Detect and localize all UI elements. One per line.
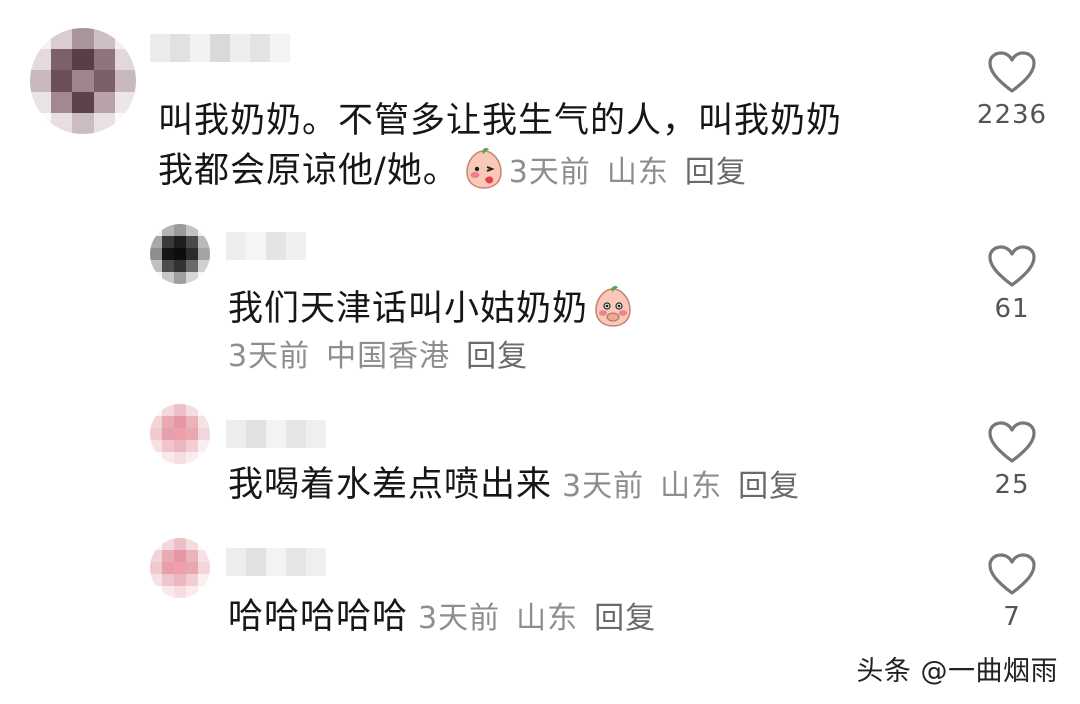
avatar[interactable] xyxy=(150,224,210,284)
reply-button[interactable]: 回复 xyxy=(738,469,800,504)
reply-location: 中国香港 xyxy=(326,339,451,374)
giggling-peach-emoji xyxy=(595,286,631,327)
comment-location: 山东 xyxy=(606,155,669,190)
reply-location: 山东 xyxy=(660,469,723,504)
avatar[interactable] xyxy=(30,28,136,134)
like-button[interactable]: 61 xyxy=(972,244,1052,324)
like-count: 7 xyxy=(1003,602,1021,632)
blushing-peach-emoji xyxy=(466,148,502,189)
reply-button[interactable]: 回复 xyxy=(466,339,528,374)
reply-button[interactable]: 回复 xyxy=(685,155,747,190)
username-blurred[interactable] xyxy=(226,548,326,576)
username-blurred[interactable] xyxy=(150,34,290,62)
reply-time: 3天前 xyxy=(562,469,645,504)
reply-meta: 3天前 中国香港 回复 xyxy=(228,332,528,382)
avatar[interactable] xyxy=(150,538,210,598)
like-count: 2236 xyxy=(976,100,1048,130)
comment-thread: 叫我奶奶。不管多让我生气的人，叫我奶奶 我都会原谅他/她。 3天前 山东 回复 22… xyxy=(0,0,1080,704)
like-count: 61 xyxy=(994,294,1030,324)
username-blurred[interactable] xyxy=(226,232,306,260)
heart-outline-icon xyxy=(988,245,1036,287)
comment-text-line2: 我都会原谅他/她。 3天前 山东 回复 xyxy=(158,146,747,198)
like-button[interactable]: 7 xyxy=(972,552,1052,632)
watermark: 头条 @一曲烟雨 xyxy=(856,656,1058,687)
like-count: 25 xyxy=(994,470,1030,500)
like-button[interactable]: 25 xyxy=(972,420,1052,500)
like-button[interactable]: 2236 xyxy=(972,50,1052,130)
reply-time: 3天前 xyxy=(418,601,501,636)
comment-time: 3天前 xyxy=(508,155,591,190)
reply-time: 3天前 xyxy=(228,339,311,374)
heart-outline-icon xyxy=(988,553,1036,595)
comment-text: 叫我奶奶。不管多让我生气的人，叫我奶奶 xyxy=(158,101,843,141)
heart-outline-icon xyxy=(988,51,1036,93)
reply-text: 哈哈哈哈哈 3天前 山东 回复 xyxy=(228,597,657,637)
heart-outline-icon xyxy=(988,421,1036,463)
reply-button[interactable]: 回复 xyxy=(594,601,656,636)
username-blurred[interactable] xyxy=(226,420,326,448)
avatar[interactable] xyxy=(150,404,210,464)
reply-text: 我喝着水差点喷出来 3天前 山东 回复 xyxy=(228,465,801,505)
reply-text: 我们天津话叫小姑奶奶 xyxy=(228,284,638,334)
reply-location: 山东 xyxy=(516,601,579,636)
